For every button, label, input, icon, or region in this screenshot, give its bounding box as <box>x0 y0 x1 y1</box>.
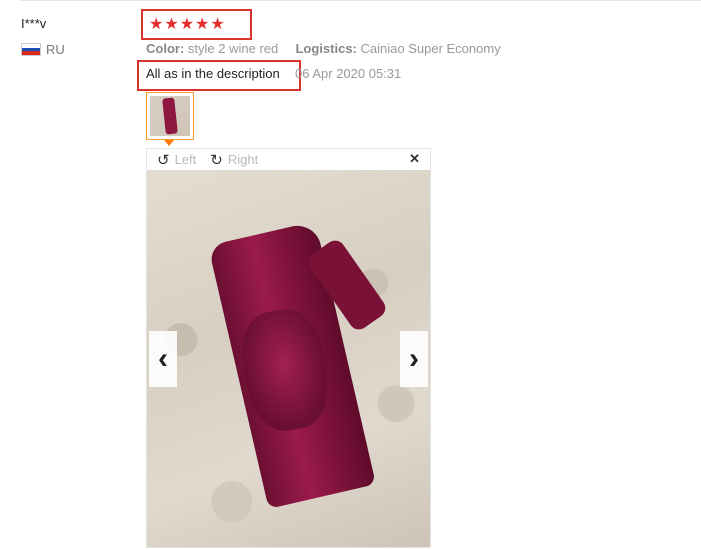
top-divider <box>20 0 701 1</box>
viewer-toolbar: ↺ Left ↻ Right ✕ <box>147 149 430 170</box>
rotate-right-label: Right <box>227 152 259 167</box>
star-icon: ★ <box>195 15 210 33</box>
star-rating: ★ ★ ★ ★ ★ <box>141 9 252 40</box>
chevron-right-icon: › <box>409 342 419 375</box>
thumbnail-pointer <box>164 140 174 146</box>
reviewer-name: I***v <box>21 16 47 31</box>
country-code: RU <box>46 42 65 57</box>
feedback-text: All as in the description <box>146 66 280 81</box>
star-icon: ★ <box>210 15 225 33</box>
rotate-right-button[interactable]: ↻ Right <box>210 151 258 169</box>
reviewer-country: RU <box>21 42 65 57</box>
next-photo-button[interactable]: › <box>400 331 428 387</box>
russia-flag-icon <box>21 43 41 56</box>
review-photo-thumbnail[interactable] <box>146 92 194 140</box>
previous-photo-button[interactable]: ‹ <box>149 331 177 387</box>
logistics-label: Logistics: <box>295 41 357 56</box>
close-icon[interactable]: ✕ <box>409 151 420 167</box>
rotate-left-icon: ↺ <box>157 151 170 169</box>
star-icon: ★ <box>149 15 164 33</box>
rotate-left-label: Left <box>174 152 197 167</box>
star-icon: ★ <box>164 15 179 33</box>
photo-viewer: ↺ Left ↻ Right ✕ ‹ › <box>146 148 431 548</box>
review-date: 06 Apr 2020 05:31 <box>295 66 402 81</box>
chevron-left-icon: ‹ <box>158 342 168 375</box>
review-photo: ‹ › <box>147 170 430 547</box>
rotate-left-button[interactable]: ↺ Left <box>157 151 196 169</box>
color-value: style 2 wine red <box>187 41 279 56</box>
rotate-right-icon: ↻ <box>210 151 223 169</box>
star-icon: ★ <box>179 15 195 33</box>
thumbnail-image <box>150 96 190 136</box>
logistics-value: Cainiao Super Economy <box>360 41 501 56</box>
order-attributes: Color: style 2 wine red Logistics: Caini… <box>146 41 501 56</box>
color-label: Color: <box>146 41 185 56</box>
